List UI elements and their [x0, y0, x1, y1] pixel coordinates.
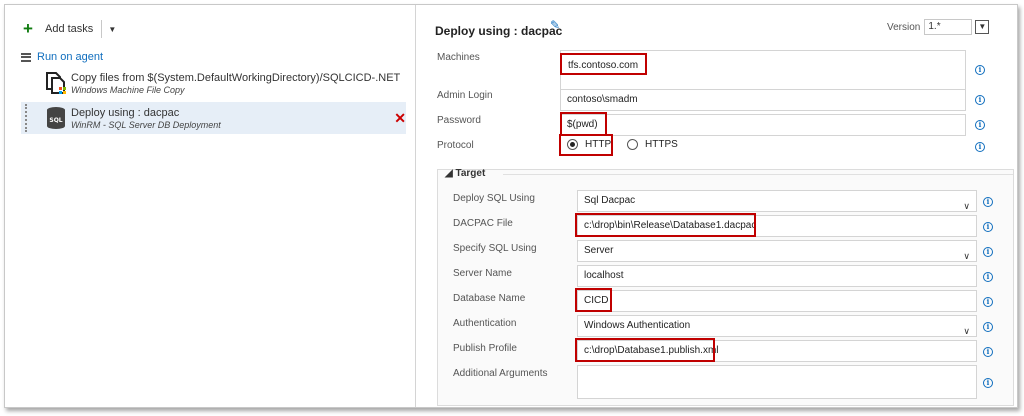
database-icon: SQL: [47, 107, 65, 129]
select-value: Sql Dacpac: [584, 195, 636, 206]
deploy-sql-using-label: Deploy SQL Using: [453, 193, 535, 204]
database-name-input[interactable]: CICD: [577, 290, 977, 312]
password-label: Password: [437, 115, 481, 126]
task-title: Copy files from $(System.DefaultWorkingD…: [71, 72, 401, 84]
task-title: Deploy using : dacpac: [71, 107, 180, 119]
select-value: Windows Authentication: [584, 320, 691, 331]
authentication-label: Authentication: [453, 318, 517, 329]
list-icon: [21, 52, 31, 62]
info-icon[interactable]: i: [975, 142, 985, 152]
publish-profile-label: Publish Profile: [453, 343, 517, 354]
task-item-deploy-dacpac[interactable]: SQL Deploy using : dacpac WinRM - SQL Se…: [21, 102, 406, 134]
protocol-https-radio[interactable]: HTTPS: [627, 139, 678, 150]
protocol-label: Protocol: [437, 140, 474, 151]
task-subtitle: WinRM - SQL Server DB Deployment: [71, 120, 221, 130]
plus-icon[interactable]: +: [23, 20, 37, 37]
run-on-agent-label[interactable]: Run on agent: [37, 51, 103, 63]
server-name-label: Server Name: [453, 268, 512, 279]
chevron-down-icon: ∨: [963, 326, 970, 336]
pencil-icon[interactable]: ✎: [550, 18, 560, 32]
specify-sql-using-label: Specify SQL Using: [453, 243, 537, 254]
info-icon[interactable]: i: [983, 247, 993, 257]
highlight-box: [559, 134, 613, 156]
toolbar-divider: [101, 20, 103, 38]
highlight-box: [560, 53, 647, 75]
sql-icon-label: SQL: [49, 117, 62, 124]
task-subtitle: Windows Machine File Copy: [71, 85, 185, 95]
info-icon[interactable]: i: [983, 378, 993, 388]
radio-unselected-icon: [627, 139, 638, 150]
server-name-input[interactable]: localhost: [577, 265, 977, 287]
highlight-box: [575, 338, 715, 362]
highlight-box: [575, 288, 612, 312]
authentication-select[interactable]: Windows Authentication ∨: [577, 315, 977, 337]
task-name-title: Deploy using : dacpac: [435, 24, 563, 38]
admin-login-input[interactable]: contoso\smadm: [560, 89, 966, 111]
release-definition-editor: + Add tasks ▼ Run on agent Copy files fr…: [4, 4, 1018, 408]
delete-icon[interactable]: ✕: [394, 111, 406, 125]
run-on-agent-item[interactable]: Run on agent: [21, 51, 103, 63]
deploy-sql-using-select[interactable]: Sql Dacpac ∨: [577, 190, 977, 212]
chevron-down-icon[interactable]: ▼: [108, 25, 116, 34]
highlight-box: [575, 213, 756, 237]
admin-login-label: Admin Login: [437, 90, 493, 101]
info-icon[interactable]: i: [975, 120, 985, 130]
info-icon[interactable]: i: [983, 222, 993, 232]
section-divider: [503, 174, 1013, 175]
additional-arguments-input[interactable]: [577, 365, 977, 399]
chevron-down-icon: ∨: [963, 201, 970, 211]
info-icon[interactable]: i: [983, 297, 993, 307]
info-icon[interactable]: i: [983, 322, 993, 332]
drag-handle[interactable]: [25, 104, 27, 132]
version-select[interactable]: 1.*: [924, 19, 973, 35]
additional-arguments-label: Additional Arguments: [453, 368, 548, 379]
password-input[interactable]: $(pwd): [560, 114, 966, 136]
task-list-pane: + Add tasks ▼ Run on agent Copy files fr…: [5, 5, 416, 407]
chevron-down-icon: ∨: [963, 251, 970, 261]
version-label: Version: [887, 21, 921, 33]
chevron-down-icon[interactable]: ▼: [975, 20, 990, 34]
specify-sql-using-select[interactable]: Server ∨: [577, 240, 977, 262]
info-icon[interactable]: i: [983, 347, 993, 357]
highlight-box: [560, 112, 607, 136]
info-icon[interactable]: i: [983, 272, 993, 282]
task-item-copy-files[interactable]: Copy files from $(System.DefaultWorkingD…: [21, 67, 406, 99]
version-selector: Version 1.* ▼: [887, 19, 990, 35]
add-tasks-button[interactable]: Add tasks: [45, 23, 93, 35]
target-heading: Target: [455, 168, 486, 179]
database-name-label: Database Name: [453, 293, 526, 304]
file-copy-icon: [46, 72, 66, 94]
target-section-header[interactable]: ◢ Target: [445, 168, 485, 179]
radio-label: HTTPS: [645, 139, 678, 150]
task-toolbar: + Add tasks ▼: [23, 19, 116, 39]
info-icon[interactable]: i: [975, 65, 985, 75]
dacpac-file-label: DACPAC File: [453, 218, 513, 229]
select-value: Server: [584, 245, 614, 256]
task-properties-pane: Deploy using : dacpac ✎ Version 1.* ▼ Ma…: [417, 5, 1017, 407]
machines-label: Machines: [437, 52, 480, 63]
info-icon[interactable]: i: [975, 95, 985, 105]
info-icon[interactable]: i: [983, 197, 993, 207]
